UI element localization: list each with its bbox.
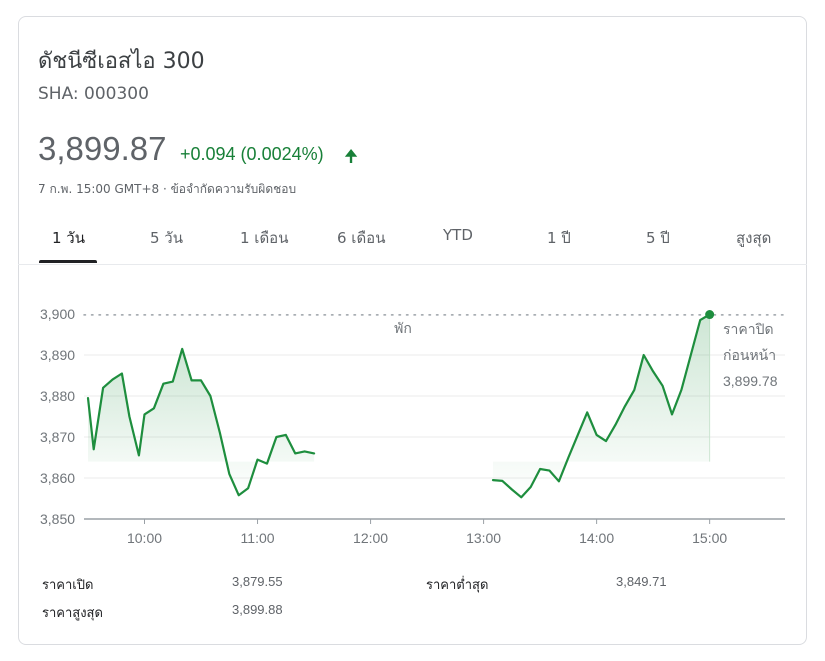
y-tick-label: 3,900: [40, 306, 75, 322]
low-value: 3,849.71: [616, 574, 667, 589]
y-tick-label: 3,850: [40, 511, 75, 527]
high-label: ราคาสูงสุด: [42, 606, 103, 621]
x-tick-label: 11:00: [241, 530, 275, 546]
previous-close-label: ราคาปิด: [723, 321, 774, 337]
x-tick-label: 12:00: [353, 530, 388, 546]
x-tick-label: 13:00: [466, 530, 501, 546]
afternoon-area: [493, 314, 710, 498]
last-price-dot: [705, 310, 715, 320]
previous-close-label: ก่อนหน้า: [723, 347, 776, 363]
open-label: ราคาเปิด: [42, 578, 94, 593]
x-tick-label: 15:00: [692, 530, 727, 546]
x-tick-label: 14:00: [579, 530, 614, 546]
y-tick-label: 3,860: [40, 470, 75, 486]
low-label: ราคาต่ำสุด: [426, 578, 489, 593]
open-value: 3,879.55: [232, 574, 283, 589]
y-tick-label: 3,890: [40, 347, 75, 363]
y-tick-label: 3,880: [40, 388, 75, 404]
price-chart[interactable]: 3,900 3,890 3,880 3,870 3,860 3,850 10:00 11:00…: [0, 0, 825, 661]
previous-close-label: 3,899.78: [723, 373, 778, 389]
x-tick-label: 10:00: [127, 530, 162, 546]
y-tick-label: 3,870: [40, 429, 75, 445]
lunch-break-label: พัก: [394, 320, 412, 336]
morning-area: [88, 348, 315, 496]
high-value: 3,899.88: [232, 602, 283, 617]
